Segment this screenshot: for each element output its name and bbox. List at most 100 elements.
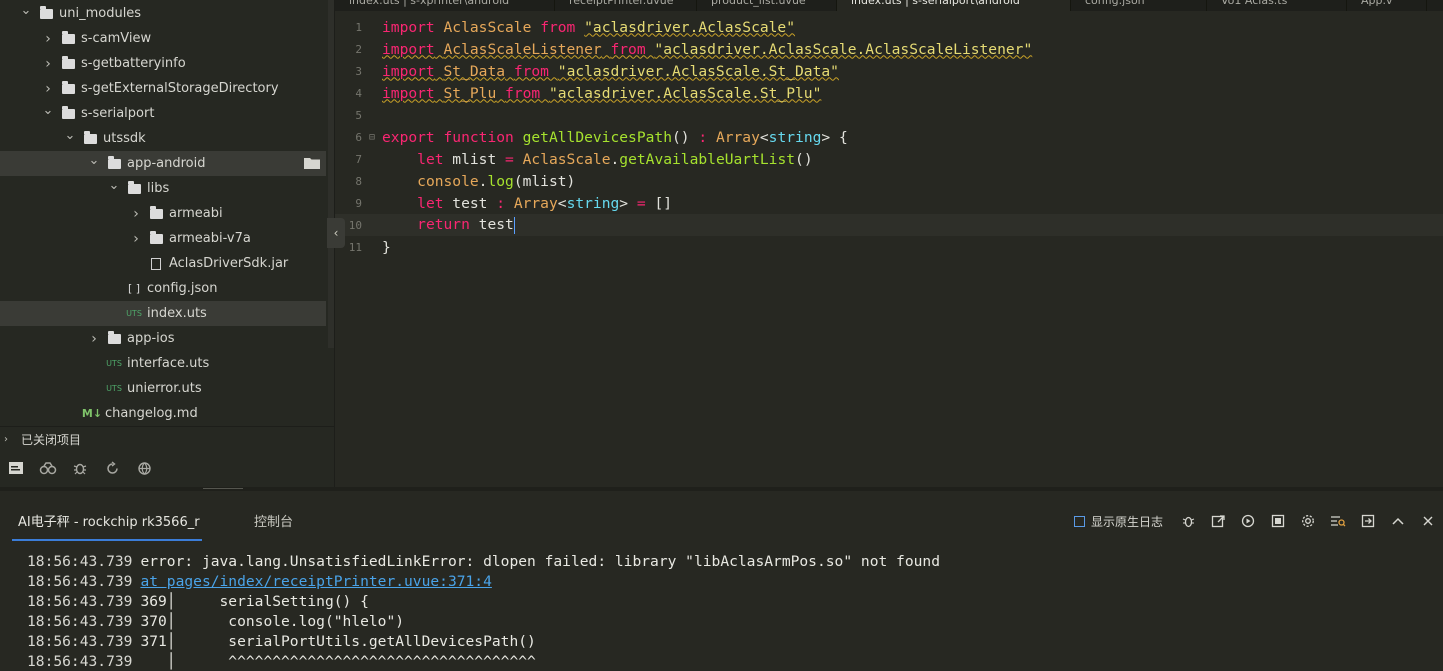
run-icon[interactable] <box>1233 509 1263 533</box>
source-link[interactable]: at pages/index/receiptPrinter.uvue:371:4 <box>140 573 491 590</box>
chevron-right-icon: › <box>45 30 51 47</box>
tree-folder[interactable]: › s-getExternalStorageDirectory <box>0 76 326 101</box>
tree-file[interactable]: UTS interface.uts <box>0 351 326 376</box>
code-token: log <box>487 172 514 190</box>
chevron-down-icon: ⌄ <box>42 103 54 118</box>
folder-shape <box>61 80 75 94</box>
folder-shape <box>107 155 121 169</box>
tree-file[interactable]: AclasDriverSdk.jar <box>0 251 326 276</box>
tree-folder[interactable]: › s-camView <box>0 26 326 51</box>
code-line[interactable]: 1 import AclasScale from "aclasdriver.Acl… <box>335 16 1443 38</box>
editor-tab[interactable]: index.uts | s-serialport\android <box>837 0 1071 11</box>
code-line[interactable]: 10 return test <box>335 214 1443 236</box>
log-timestamp: 18:56:43.739 <box>27 612 133 630</box>
code-token: import <box>382 62 435 80</box>
sync-icon[interactable] <box>96 453 128 483</box>
tree-item-label: s-serialport <box>81 106 155 121</box>
console-tab-device[interactable]: AI电子秤 - rockchip rk3566_r <box>18 511 200 530</box>
code-token: St_Data <box>443 62 506 80</box>
sidebar-toolbar <box>0 453 334 483</box>
code-token: : <box>698 128 708 146</box>
line-number: 4 <box>355 86 362 100</box>
code-line[interactable]: 11} <box>335 236 1443 258</box>
fold-toggle-icon[interactable]: ⊟ <box>362 132 382 143</box>
export-icon[interactable] <box>1203 509 1233 533</box>
code-line[interactable]: 9 let test : Array<string> = [] <box>335 192 1443 214</box>
tree-folder[interactable]: ⌄ app-android <box>0 151 326 176</box>
globe-icon[interactable] <box>128 453 160 483</box>
code-line[interactable]: 3 import St_Data from "aclasdriver.AclasS… <box>335 60 1443 82</box>
log-timestamp: 18:56:43.739 <box>27 632 133 650</box>
code-editor[interactable]: 1 import AclasScale from "aclasdriver.Acl… <box>335 11 1443 487</box>
uts-icon-glyph: UTS <box>126 309 142 318</box>
editor-tab[interactable]: receiptPrinter.uvue <box>555 0 697 11</box>
tree-item-label: app-ios <box>127 331 175 346</box>
chevron-down-icon: ⌄ <box>88 153 100 168</box>
code-token: < <box>557 194 567 212</box>
code-token: from <box>505 84 541 102</box>
chevron-right-icon: › <box>45 80 51 97</box>
bug-icon[interactable] <box>64 453 96 483</box>
editor-tab[interactable]: Vo1 Aclas.ts <box>1207 0 1347 11</box>
debug-icon[interactable] <box>32 453 64 483</box>
code-text: console.log(mlist) <box>382 173 575 190</box>
tree-folder[interactable]: › armeabi-v7a <box>0 226 326 251</box>
folder-icon <box>82 130 98 146</box>
open-folder-icon[interactable] <box>304 156 320 169</box>
code-line[interactable]: 6 ⊟ export function getAllDevicesPath() : … <box>335 126 1443 148</box>
sidebar-scrollbar[interactable] <box>328 0 334 348</box>
log-message: 370│ console.log("hlelo") <box>140 612 405 630</box>
log-line: 18:56:43.739 371│ serialPortUtils.getAllD… <box>27 631 536 651</box>
tree-file[interactable]: UTS unierror.uts <box>0 376 326 401</box>
tree-file[interactable]: UTS index.uts <box>0 301 326 326</box>
native-log-checkbox[interactable] <box>1073 515 1085 527</box>
collapse-sidebar-button[interactable]: ‹ <box>327 218 345 248</box>
code-text: import AclasScale from "aclasdriver.Acla… <box>382 19 795 36</box>
line-number: 1 <box>355 20 362 34</box>
folder-icon <box>106 155 122 171</box>
tree-folder[interactable]: › app-ios <box>0 326 326 351</box>
close-icon[interactable] <box>1413 509 1443 533</box>
code-text: export function getAllDevicesPath() : Ar… <box>382 129 848 146</box>
closed-projects-header[interactable]: › 已关闭项目 <box>0 426 334 451</box>
bug-icon[interactable] <box>1173 509 1203 533</box>
stop-icon[interactable] <box>1263 509 1293 533</box>
tree-item-label: s-camView <box>81 31 152 46</box>
project-icon[interactable] <box>0 453 32 483</box>
code-line[interactable]: 5 <box>335 104 1443 126</box>
filter-icon[interactable] <box>1323 509 1353 533</box>
tree-folder[interactable]: ⌄ utssdk <box>0 126 326 151</box>
settings-icon[interactable] <box>1293 509 1323 533</box>
code-line[interactable]: 7 let mlist = AclasScale.getAvailableUar… <box>335 148 1443 170</box>
code-line[interactable]: 4 import St_Plu from "aclasdriver.AclasSc… <box>335 82 1443 104</box>
collapse-icon[interactable] <box>1383 509 1413 533</box>
tree-item-label: armeabi <box>169 206 223 221</box>
uts-icon: UTS <box>126 307 142 321</box>
code-token: return <box>417 216 470 234</box>
code-line[interactable]: 8 console.log(mlist) <box>335 170 1443 192</box>
editor-tab[interactable]: App.v <box>1347 0 1427 11</box>
editor-tab[interactable]: config.json <box>1071 0 1207 11</box>
tree-folder[interactable]: › armeabi <box>0 201 326 226</box>
console-tabs: AI电子秤 - rockchip rk3566_r 控制台 显示原生日志 <box>0 491 1443 543</box>
tree-folder[interactable]: ⌄ s-serialport <box>0 101 326 126</box>
console-tab-console[interactable]: 控制台 <box>254 511 293 530</box>
editor-tab[interactable]: index.uts | s-xprinter\android <box>335 0 555 11</box>
tree-folder[interactable]: ⌄ uni_modules <box>0 1 326 26</box>
editor-tab[interactable]: product_list.uvue <box>697 0 837 11</box>
line-number: 2 <box>355 42 362 56</box>
tree-folder[interactable]: › s-getbatteryinfo <box>0 51 326 76</box>
open-icon[interactable] <box>1353 509 1383 533</box>
code-line[interactable]: 2 import AclasScaleListener from "aclasdr… <box>335 38 1443 60</box>
tree-file[interactable]: [ ] config.json <box>0 276 326 301</box>
tree-folder[interactable]: ⌄ libs <box>0 176 326 201</box>
tree-file[interactable]: M↓ changelog.md <box>0 401 326 425</box>
